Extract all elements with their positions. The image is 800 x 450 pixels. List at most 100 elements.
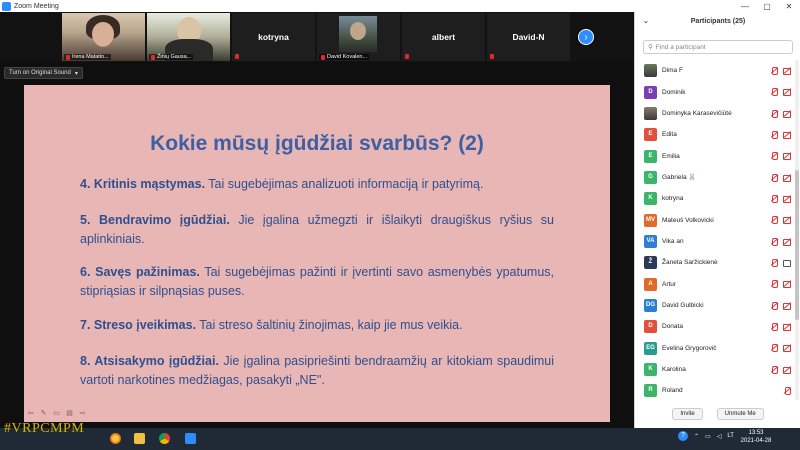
avatar xyxy=(644,64,657,78)
scrollbar-thumb[interactable] xyxy=(795,170,799,320)
avatar: D xyxy=(644,320,657,334)
slide-point: 4. Kritinis mąstymas. Tai sugebėjimas an… xyxy=(80,175,554,194)
chevron-right-icon[interactable]: › xyxy=(578,29,594,45)
arrow-left-icon[interactable]: ⇦ xyxy=(26,410,35,418)
chevron-up-icon[interactable]: ⌃ xyxy=(694,433,699,440)
file-explorer-icon[interactable] xyxy=(134,433,145,444)
participant-name: kotryna xyxy=(662,195,684,203)
minimize-button[interactable]: — xyxy=(734,2,756,11)
participant-name: Evelina Grygorovič xyxy=(662,344,717,352)
video-off-icon xyxy=(783,131,791,140)
participant-row[interactable]: E Edita xyxy=(635,124,795,145)
participant-row[interactable]: Ž Žaneta Saržickienė xyxy=(635,252,795,273)
clock-time: 13:53 xyxy=(748,430,764,436)
help-icon[interactable]: ? xyxy=(678,431,688,441)
muted-mic-icon xyxy=(770,173,778,182)
participant-status-icons xyxy=(770,109,791,118)
point-text: Tai streso šaltinių žinojimas, kaip jie … xyxy=(196,318,463,332)
participant-name: Edita xyxy=(662,131,677,139)
muted-mic-icon xyxy=(770,216,778,225)
system-tray: ? ⌃ ▭ ◁ LT xyxy=(678,431,734,441)
participant-row[interactable]: R Roland xyxy=(635,380,795,401)
participant-name: Artur xyxy=(662,280,677,288)
chevron-down-icon[interactable]: ⌄ xyxy=(643,12,649,32)
pen-icon[interactable]: ✎ xyxy=(39,410,48,418)
eraser-icon[interactable]: ▭ xyxy=(52,410,61,418)
tile-caption: Irena Mataito... xyxy=(64,54,111,60)
clock-date: 2021-04-28 xyxy=(740,438,772,444)
avatar: MV xyxy=(644,213,657,227)
participant-row[interactable]: E Emilia xyxy=(635,145,795,166)
participant-status-icons xyxy=(770,365,791,374)
participant-row[interactable]: D Donata xyxy=(635,316,795,337)
muted-mic-icon xyxy=(770,365,778,374)
muted-mic-icon xyxy=(770,152,778,161)
participant-search-input[interactable]: ⚲ Find a participant xyxy=(643,40,793,54)
window-controls: — ▢ ✕ xyxy=(734,2,800,11)
participant-face-front xyxy=(92,22,114,46)
network-icon[interactable]: ▭ xyxy=(705,433,711,440)
video-tile[interactable]: David-N xyxy=(487,13,570,61)
point-heading: 4. Kritinis mąstymas. xyxy=(80,177,206,191)
participants-panel: ⌄ Participants (25) ⚲ Find a participant… xyxy=(634,12,800,428)
participant-row[interactable]: Kkotryna xyxy=(635,188,795,209)
shared-slide: Kokie mūsų įgūdžiai svarbūs? (2) 4. Krit… xyxy=(24,85,610,422)
invite-button[interactable]: Invite xyxy=(672,408,703,420)
chevron-down-icon[interactable]: ▾ xyxy=(75,70,78,77)
video-camera-icon xyxy=(783,259,791,268)
avatar: K xyxy=(644,192,657,206)
unmute-me-button[interactable]: Unmute Me xyxy=(716,408,764,420)
firefox-icon[interactable] xyxy=(110,433,121,444)
maximize-button[interactable]: ▢ xyxy=(756,2,778,11)
participant-scrollbar[interactable] xyxy=(795,60,799,400)
close-button[interactable]: ✕ xyxy=(778,2,800,11)
participant-list: Dima F D Dominik Dominyka Karasevičiūtė E Edi… xyxy=(635,60,795,402)
arrow-right-icon[interactable]: ⇨ xyxy=(78,410,87,418)
video-tile[interactable]: kotryna xyxy=(232,13,315,61)
video-tile[interactable]: Irena Mataito... xyxy=(62,13,145,61)
participant-row[interactable]: Dominyka Karasevičiūtė xyxy=(635,103,795,124)
avatar: E xyxy=(644,149,657,163)
video-tile[interactable]: David Kovalen... xyxy=(317,13,400,61)
zoom-icon[interactable] xyxy=(185,433,196,444)
original-sound-button[interactable]: Turn on Original Sound ▾ xyxy=(4,67,83,79)
participant-status-icons xyxy=(770,280,791,289)
muted-mic-icon xyxy=(770,344,778,353)
participant-row[interactable]: EG Evelina Grygorovič xyxy=(635,337,795,358)
participant-row[interactable]: Dima F xyxy=(635,60,795,81)
video-off-icon xyxy=(783,88,791,97)
muted-mic-icon xyxy=(770,88,778,97)
participant-name: Vika an xyxy=(662,237,684,245)
video-off-icon xyxy=(783,110,791,118)
window-title: Zoom Meeting xyxy=(14,2,59,10)
participant-row[interactable]: K Karolina xyxy=(635,359,795,380)
tile-name: kotryna xyxy=(258,32,289,42)
video-off-icon xyxy=(783,238,791,246)
participant-row[interactable]: DG David Gulbicki xyxy=(635,295,795,316)
slide-point: 8. Atsisakymo įgūdžiai. Jie įgalina pasi… xyxy=(80,352,554,390)
participant-name: Emilia xyxy=(662,152,680,160)
point-text: Tai sugebėjimas analizuoti informaciją i… xyxy=(205,177,484,191)
muted-mic-icon xyxy=(770,131,778,140)
participant-row[interactable]: VA Vika an xyxy=(635,231,795,252)
tile-name: David-N xyxy=(512,32,545,42)
participant-status-icons xyxy=(770,237,791,246)
video-tile[interactable]: Žinių Gausa... xyxy=(147,13,230,61)
participant-status-icons xyxy=(770,67,791,75)
chrome-icon[interactable] xyxy=(159,433,170,444)
participant-row[interactable]: D Dominik xyxy=(635,81,795,102)
participant-row[interactable]: MV Mateuš Volkovicki xyxy=(635,209,795,230)
avatar: D xyxy=(644,85,657,99)
muted-mic-icon xyxy=(151,54,155,60)
participant-row[interactable]: G Gabriela 🐰 xyxy=(635,167,795,188)
muted-mic-icon xyxy=(321,54,325,60)
taskbar-clock[interactable]: 13:53 2021-04-28 xyxy=(738,429,774,445)
search-icon: ⚲ xyxy=(648,44,653,51)
participants-header: ⌄ Participants (25) xyxy=(635,12,800,32)
video-tile[interactable]: albert xyxy=(402,13,485,61)
language-indicator[interactable]: LT xyxy=(727,433,734,439)
volume-icon[interactable]: ◁ xyxy=(717,433,722,440)
participant-row[interactable]: A Artur xyxy=(635,273,795,294)
slides-icon[interactable]: ▤ xyxy=(65,410,74,418)
participant-status-icons xyxy=(770,152,791,161)
